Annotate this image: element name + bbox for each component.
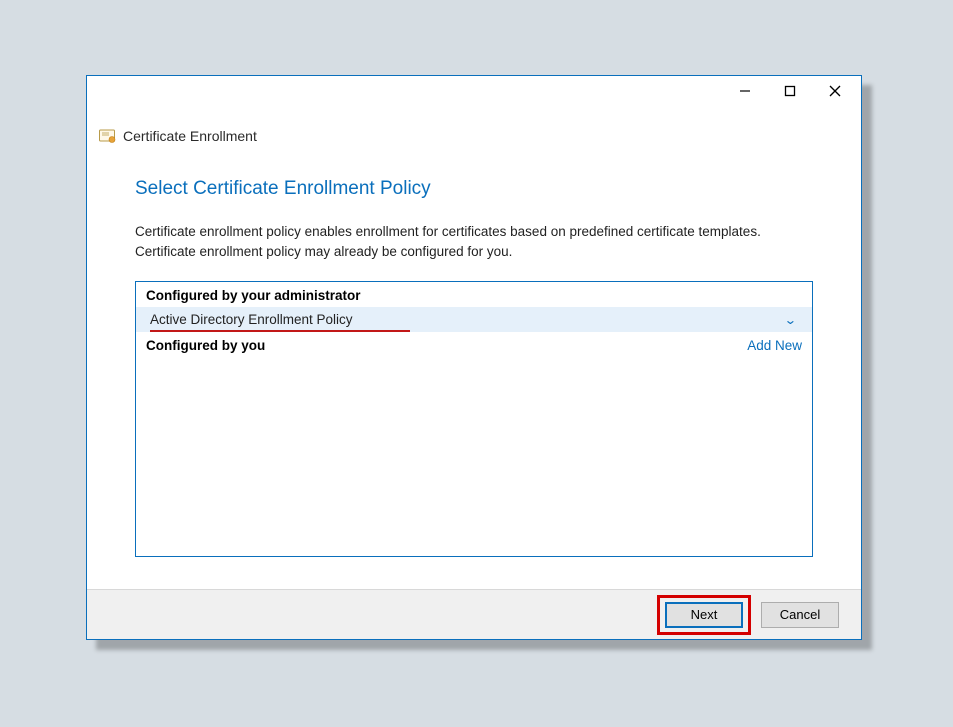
admin-section-label: Configured by your administrator [146, 288, 361, 303]
user-section-label: Configured by you [146, 338, 265, 353]
next-button[interactable]: Next [665, 602, 743, 628]
titlebar [87, 76, 861, 106]
cancel-button[interactable]: Cancel [761, 602, 839, 628]
wizard-title: Certificate Enrollment [123, 128, 257, 144]
minimize-button[interactable] [722, 77, 767, 105]
next-button-highlight: Next [657, 595, 751, 635]
certificate-icon [99, 129, 116, 143]
close-button[interactable] [812, 77, 857, 105]
page-heading: Select Certificate Enrollment Policy [135, 178, 813, 200]
maximize-button[interactable] [767, 77, 812, 105]
page-description: Certificate enrollment policy enables en… [135, 222, 813, 261]
wizard-footer: Next Cancel [87, 589, 861, 639]
wizard-window: Certificate Enrollment Select Certificat… [86, 75, 862, 640]
admin-section-header: Configured by your administrator [136, 282, 812, 307]
user-section-header: Configured by you Add New [136, 332, 812, 357]
wizard-header: Certificate Enrollment [87, 106, 861, 144]
policy-row-ad[interactable]: Active Directory Enrollment Policy ⌄ [136, 307, 812, 332]
highlight-underline [150, 330, 410, 332]
add-new-link[interactable]: Add New [747, 338, 802, 353]
policy-label: Active Directory Enrollment Policy [150, 312, 353, 327]
chevron-down-icon[interactable]: ⌄ [784, 313, 802, 327]
policy-panel: Configured by your administrator Active … [135, 281, 813, 557]
wizard-content: Select Certificate Enrollment Policy Cer… [87, 144, 861, 589]
